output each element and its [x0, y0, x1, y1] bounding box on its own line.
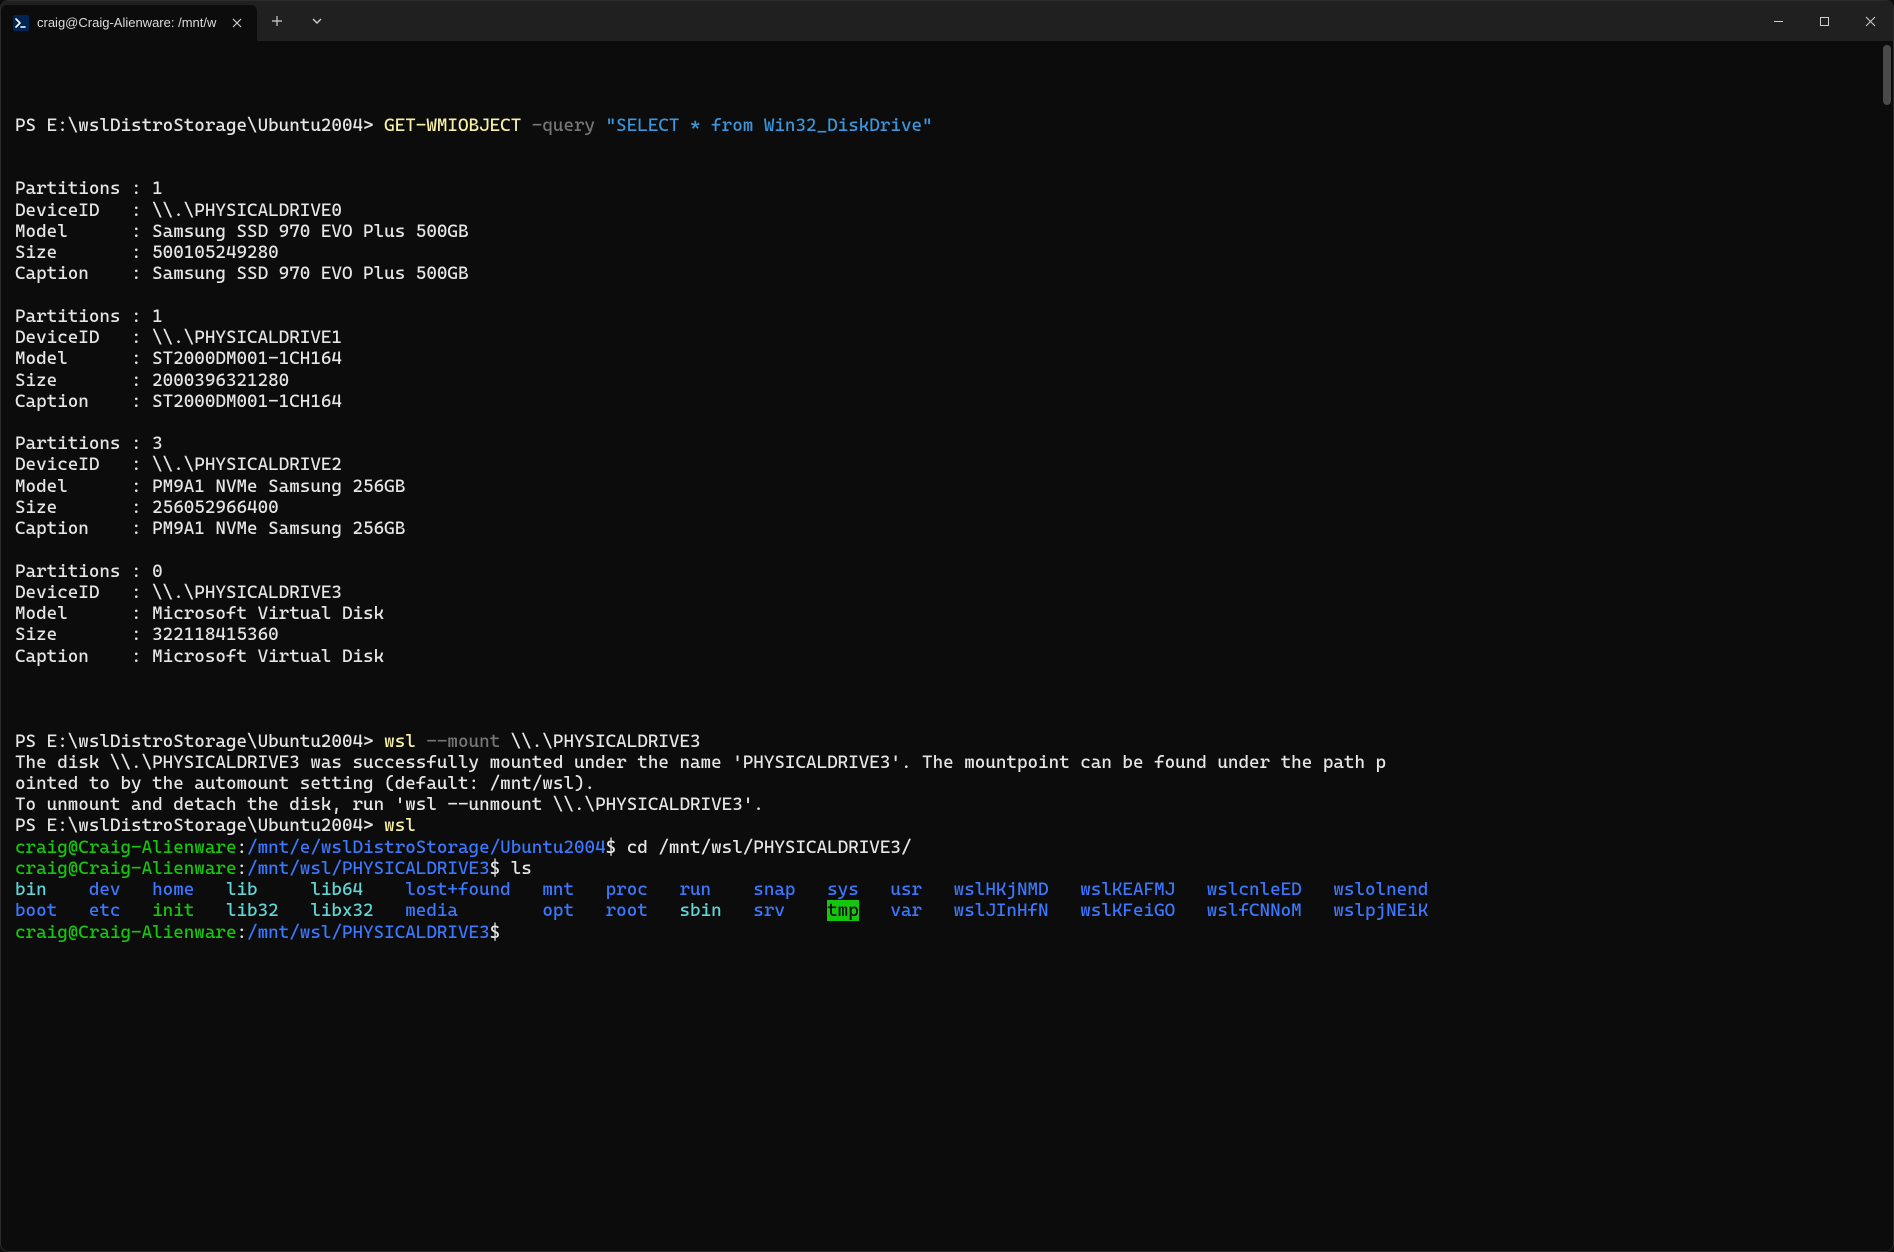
terminal-line: DeviceID : \\.\PHYSICALDRIVE3 — [15, 582, 1879, 603]
minimize-button[interactable] — [1755, 1, 1801, 41]
terminal-line: Caption : Samsung SSD 970 EVO Plus 500GB — [15, 263, 1879, 284]
terminal-line: bin dev home lib lib64 lost+found mnt pr… — [15, 879, 1879, 900]
terminal-line: PS E:\wslDistroStorage\Ubuntu2004> wsl -… — [15, 731, 1879, 752]
terminal-line — [15, 688, 1879, 709]
terminal-line: Model : Samsung SSD 970 EVO Plus 500GB — [15, 221, 1879, 242]
scrollbar-thumb[interactable] — [1883, 45, 1891, 105]
powershell-icon — [13, 15, 29, 31]
terminal-line: Partitions : 0 — [15, 561, 1879, 582]
maximize-button[interactable] — [1801, 1, 1847, 41]
tab-strip: craig@Craig-Alienware: /mnt/w — [1, 1, 257, 41]
terminal-line: Caption : Microsoft Virtual Disk — [15, 646, 1879, 667]
terminal-line: Model : ST2000DM001-1CH164 — [15, 348, 1879, 369]
terminal-line: DeviceID : \\.\PHYSICALDRIVE1 — [15, 327, 1879, 348]
terminal-line: The disk \\.\PHYSICALDRIVE3 was successf… — [15, 752, 1879, 773]
terminal-line — [15, 539, 1879, 560]
terminal-line: Model : PM9A1 NVMe Samsung 256GB — [15, 476, 1879, 497]
terminal-line: Model : Microsoft Virtual Disk — [15, 603, 1879, 624]
terminal-line: craig@Craig-Alienware:/mnt/wsl/PHYSICALD… — [15, 858, 1879, 879]
terminal-line — [15, 412, 1879, 433]
terminal-window: craig@Craig-Alienware: /mnt/w — [0, 0, 1894, 1252]
tab-active[interactable]: craig@Craig-Alienware: /mnt/w — [1, 5, 257, 41]
terminal-line: Partitions : 1 — [15, 178, 1879, 199]
terminal-line: Partitions : 3 — [15, 433, 1879, 454]
titlebar-spacer — [337, 1, 1755, 41]
terminal-line — [15, 157, 1879, 178]
terminal-line: PS E:\wslDistroStorage\Ubuntu2004> GET-W… — [15, 115, 1879, 136]
tab-title: craig@Craig-Alienware: /mnt/w — [37, 15, 221, 30]
terminal-content[interactable]: PS E:\wslDistroStorage\Ubuntu2004> GET-W… — [1, 41, 1893, 1251]
tab-close-button[interactable] — [229, 15, 245, 31]
terminal-line: ointed to by the automount setting (defa… — [15, 773, 1879, 794]
terminal-line: Caption : ST2000DM001-1CH164 — [15, 391, 1879, 412]
new-tab-button[interactable] — [257, 1, 297, 41]
terminal-line: DeviceID : \\.\PHYSICALDRIVE2 — [15, 454, 1879, 475]
terminal-line: To unmount and detach the disk, run 'wsl… — [15, 794, 1879, 815]
close-window-button[interactable] — [1847, 1, 1893, 41]
terminal-line: Size : 256052966400 — [15, 497, 1879, 518]
terminal-line: Size : 2000396321280 — [15, 370, 1879, 391]
terminal-line — [15, 285, 1879, 306]
terminal-line: craig@Craig-Alienware:/mnt/e/wslDistroSt… — [15, 837, 1879, 858]
terminal-line — [15, 136, 1879, 157]
titlebar: craig@Craig-Alienware: /mnt/w — [1, 1, 1893, 41]
terminal-line: PS E:\wslDistroStorage\Ubuntu2004> wsl — [15, 815, 1879, 836]
terminal-line: Caption : PM9A1 NVMe Samsung 256GB — [15, 518, 1879, 539]
terminal-line: Size : 500105249280 — [15, 242, 1879, 263]
window-controls — [1755, 1, 1893, 41]
terminal-line: craig@Craig-Alienware:/mnt/wsl/PHYSICALD… — [15, 922, 1879, 943]
terminal-line: boot etc init lib32 libx32 media opt roo… — [15, 900, 1879, 921]
terminal-line — [15, 667, 1879, 688]
terminal-line: Partitions : 1 — [15, 306, 1879, 327]
terminal-line — [15, 709, 1879, 730]
terminal-line: Size : 322118415360 — [15, 624, 1879, 645]
terminal-line: DeviceID : \\.\PHYSICALDRIVE0 — [15, 200, 1879, 221]
tab-dropdown-button[interactable] — [297, 1, 337, 41]
